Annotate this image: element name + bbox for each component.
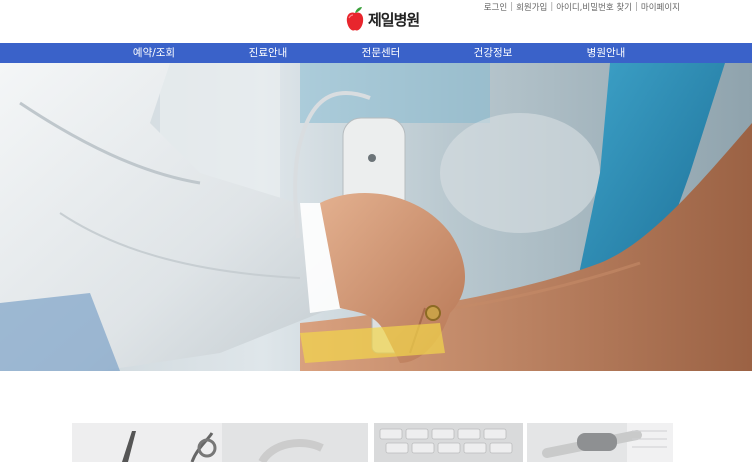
nav-item-health-info[interactable]: 건강정보 [443,43,543,63]
stethoscope-thumbnail[interactable] [72,423,368,462]
main-navigation: 예약/조회 진료안내 전문센터 건강정보 병원안내 [0,43,752,63]
medical-device-thumbnail[interactable] [527,423,673,462]
nav-item-hospital-guide[interactable]: 병원안내 [556,43,656,63]
nav-item-clinic-guide[interactable]: 진료안내 [218,43,318,63]
divider: | [510,2,514,12]
hero-banner [0,63,752,371]
keyboard-thumbnail[interactable] [374,423,523,462]
nav-item-specialty-centers[interactable]: 전문센터 [331,43,431,63]
utility-links: 로그인 | 회원가입 | 아이디,비밀번호 찾기 | 마이페이지 [484,1,680,13]
nav-item-reservation[interactable]: 예약/조회 [104,43,204,63]
apple-logo-icon [345,6,365,32]
login-link[interactable]: 로그인 [484,1,507,13]
signup-link[interactable]: 회원가입 [516,1,547,13]
site-header: 제일병원 로그인 | 회원가입 | 아이디,비밀번호 찾기 | 마이페이지 [0,0,752,43]
site-logo[interactable]: 제일병원 [345,6,420,32]
divider: | [635,2,638,12]
divider: | [550,2,554,12]
mypage-link[interactable]: 마이페이지 [641,1,680,13]
logo-text: 제일병원 [368,10,420,29]
doctor-ultrasound-photo [0,63,752,371]
thumbnail-strip [72,423,673,462]
find-id-password-link[interactable]: 아이디,비밀번호 찾기 [556,1,632,13]
